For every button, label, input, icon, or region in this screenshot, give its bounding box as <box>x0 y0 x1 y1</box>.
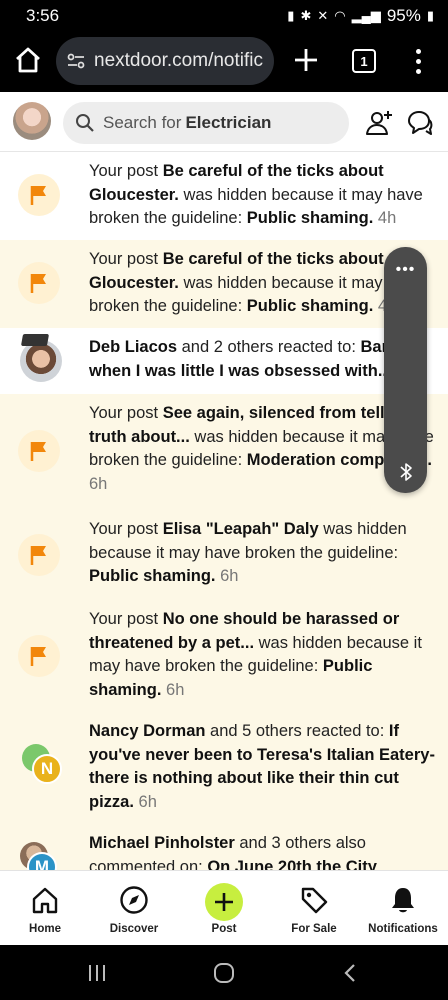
messages-icon[interactable] <box>405 108 435 138</box>
compass-icon <box>120 886 148 914</box>
browser-home-icon[interactable] <box>12 44 44 76</box>
user-initial-avatar: N <box>32 754 62 784</box>
nav-post-label: Post <box>211 923 237 935</box>
user-initial-avatar: M <box>27 852 57 870</box>
plus-icon <box>215 893 233 911</box>
notification-item[interactable]: Your post Be careful of the ticks about … <box>0 152 448 240</box>
notification-item[interactable]: Deb Liacos and 2 others reacted to: Barn… <box>0 328 448 394</box>
notification-item[interactable]: Your post Be careful of the ticks about … <box>0 240 448 328</box>
notification-text: Deb Liacos and 2 others reacted to: Barn… <box>89 336 408 383</box>
notifications-feed: Your post Be careful of the ticks about … <box>0 152 448 870</box>
battery-icon: ▮ <box>426 8 434 23</box>
flag-badge <box>18 174 60 216</box>
notification-item[interactable]: N Nancy Dorman and 5 others reacted to: … <box>0 712 448 824</box>
bluetooth-icon[interactable] <box>395 461 417 483</box>
bottom-navigation: Home Discover Post For Sale Notification… <box>0 870 448 945</box>
search-icon <box>76 114 94 132</box>
url-text: nextdoor.com/notific <box>94 50 263 71</box>
notification-text: Your post Elisa "Leapah" Daly was hidden… <box>89 520 407 585</box>
notification-text: Michael Pinholster and 3 others also com… <box>89 834 377 870</box>
nav-discover-label: Discover <box>109 923 159 935</box>
wifi-icon: ◠ <box>334 8 346 23</box>
new-tab-icon[interactable] <box>292 46 320 74</box>
flag-icon <box>30 186 46 205</box>
bell-icon <box>392 888 414 913</box>
status-icons: ▮ ✱ ✕ ◠ ▂▄▆ 95% ▮ <box>287 6 434 26</box>
profile-avatar[interactable] <box>13 102 51 140</box>
nav-for-sale-label: For Sale <box>291 923 337 935</box>
flag-icon <box>30 647 46 666</box>
nav-for-sale[interactable]: For Sale <box>269 871 359 946</box>
notification-text: Your post No one should be harassed or t… <box>89 610 422 699</box>
notification-time: 4h <box>377 209 397 227</box>
home-icon <box>32 887 58 914</box>
notification-item[interactable]: M Michael Pinholster and 3 others also c… <box>0 824 448 870</box>
more-options-icon[interactable]: ••• <box>384 261 427 279</box>
nav-post[interactable]: Post <box>179 871 269 946</box>
nav-home[interactable]: Home <box>0 871 90 946</box>
price-tag-icon <box>301 887 328 914</box>
site-settings-icon[interactable] <box>66 51 86 71</box>
flag-badge <box>18 262 60 304</box>
battery-percent: 95% <box>386 6 421 25</box>
nav-notifications[interactable]: Notifications <box>358 871 448 946</box>
post-button <box>205 883 243 921</box>
notification-item[interactable]: Your post See again, silenced from telli… <box>0 394 448 510</box>
notification-time: 6h <box>138 792 157 811</box>
notification-time: 6h <box>220 567 239 585</box>
graduation-cap-icon <box>20 334 50 346</box>
notification-time: 6h <box>89 474 108 493</box>
status-bar: 3:56 ▮ ✱ ✕ ◠ ▂▄▆ 95% ▮ <box>0 0 448 32</box>
bluetooth-icon: ✱ <box>300 8 312 23</box>
add-neighbor-icon[interactable] <box>364 108 394 138</box>
nav-discover[interactable]: Discover <box>89 871 179 946</box>
notification-item[interactable]: Your post No one should be harassed or t… <box>0 600 448 712</box>
notification-item[interactable]: Your post Elisa "Leapah" Daly was hidden… <box>0 510 448 600</box>
search-input[interactable]: Search for Electrician <box>63 102 349 144</box>
flag-icon <box>30 274 46 293</box>
flag-badge <box>18 635 60 677</box>
address-bar[interactable]: nextdoor.com/notific <box>56 37 274 85</box>
floating-toolbar[interactable]: ••• <box>384 247 427 493</box>
search-placeholder-term: Electrician <box>185 113 272 132</box>
browser-menu-icon[interactable] <box>410 46 426 76</box>
notification-text: Nancy Dorman and 5 others reacted to: If… <box>89 722 435 811</box>
nav-notifications-label: Notifications <box>368 923 438 935</box>
mute-icon: ✕ <box>317 8 329 23</box>
system-home-icon[interactable] <box>212 961 236 985</box>
signal-icon: ▂▄▆ <box>351 8 381 23</box>
notification-time: 6h <box>166 680 185 699</box>
notification-text: Your post Be careful of the ticks about … <box>89 162 423 227</box>
app-header: Search for Electrician <box>0 92 448 152</box>
search-placeholder-prefix: Search for <box>103 113 182 132</box>
tab-switcher-button[interactable]: 1 <box>352 49 376 73</box>
flag-badge <box>18 534 60 576</box>
nav-home-label: Home <box>29 923 61 935</box>
flag-icon <box>30 546 46 565</box>
flag-badge <box>18 430 60 472</box>
browser-toolbar: nextdoor.com/notific 1 <box>0 32 448 92</box>
back-icon[interactable] <box>340 962 360 984</box>
status-time: 3:56 <box>26 6 60 25</box>
user-avatar <box>20 340 62 382</box>
recent-apps-icon[interactable] <box>86 962 108 984</box>
vibrate-icon: ▮ <box>287 8 295 23</box>
flag-icon <box>30 442 46 461</box>
system-navigation-bar <box>0 945 448 1000</box>
